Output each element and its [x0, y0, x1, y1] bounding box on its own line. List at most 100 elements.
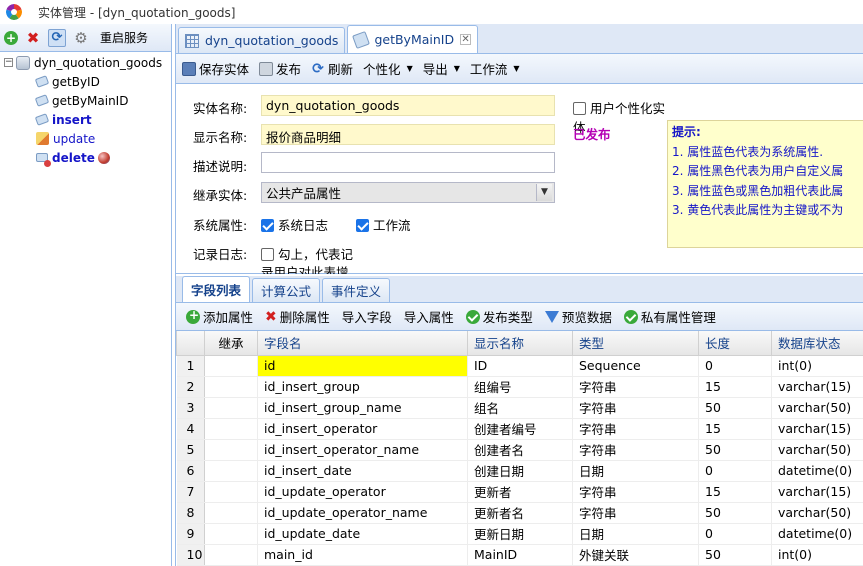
table-row[interactable]: 4 id_insert_operator 创建者编号 字符串 15 varchar(15)	[176, 418, 863, 440]
cell-field-name[interactable]: id_insert_operator_name	[257, 439, 468, 461]
tree-item-insert[interactable]: insert	[0, 110, 171, 129]
table-row[interactable]: 1 id ID Sequence 0 int(0)	[176, 355, 863, 377]
close-icon[interactable]: ✕	[460, 34, 472, 45]
cell-display-name[interactable]: 创建日期	[467, 460, 573, 482]
table-row[interactable]: 7 id_update_operator 更新者 字符串 15 varchar(15)	[176, 481, 863, 503]
description-field[interactable]	[261, 152, 555, 173]
cell-db-status[interactable]: int(0)	[771, 544, 863, 566]
cell-type[interactable]: Sequence	[572, 355, 699, 377]
add-attribute-button[interactable]: 添加属性	[186, 307, 253, 326]
cell-db-status[interactable]: varchar(50)	[771, 502, 863, 524]
refresh-icon[interactable]: ⟳	[48, 28, 66, 47]
cell-inherit[interactable]	[204, 502, 258, 524]
cell-inherit[interactable]	[204, 544, 258, 566]
cell-length[interactable]: 15	[698, 418, 772, 440]
table-row[interactable]: 6 id_insert_date 创建日期 日期 0 datetime(0)	[176, 460, 863, 482]
cell-display-name[interactable]: 更新日期	[467, 523, 573, 545]
cell-db-status[interactable]: varchar(15)	[771, 376, 863, 398]
checkbox-checked-icon[interactable]	[261, 219, 274, 232]
cell-display-name[interactable]: MainID	[467, 544, 573, 566]
cell-field-name[interactable]: id	[257, 355, 468, 377]
cell-length[interactable]: 15	[698, 481, 772, 503]
refresh-button[interactable]: ⟳ 刷新	[311, 59, 353, 78]
save-entity-button[interactable]: 保存实体	[182, 59, 249, 78]
tab-field-list[interactable]: 字段列表	[182, 276, 251, 302]
tree-item-getbymainid[interactable]: getByMainID	[0, 91, 171, 110]
cell-inherit[interactable]	[204, 523, 258, 545]
cell-type[interactable]: 字符串	[572, 418, 699, 440]
inherit-entity-select[interactable]: 公共产品属性 ▼	[261, 182, 555, 203]
cell-inherit[interactable]	[204, 460, 258, 482]
cell-db-status[interactable]: varchar(15)	[771, 481, 863, 503]
tab-formula[interactable]: 计算公式	[252, 278, 321, 302]
checkbox-icon[interactable]	[573, 102, 586, 115]
cell-field-name[interactable]: id_insert_group	[257, 376, 468, 398]
delete-attribute-button[interactable]: ✖ 删除属性	[265, 307, 330, 326]
entity-name-field[interactable]: dyn_quotation_goods	[261, 95, 555, 116]
table-row[interactable]: 9 id_update_date 更新日期 日期 0 datetime(0)	[176, 523, 863, 545]
cell-type[interactable]: 字符串	[572, 376, 699, 398]
cell-display-name[interactable]: 创建者编号	[467, 418, 573, 440]
column-header-field-name[interactable]: 字段名	[257, 331, 468, 356]
import-field-button[interactable]: 导入字段	[342, 307, 392, 326]
cell-db-status[interactable]: int(0)	[771, 355, 863, 377]
cell-type[interactable]: 外键关联	[572, 544, 699, 566]
display-name-field[interactable]: 报价商品明细	[261, 124, 555, 145]
cell-display-name[interactable]: ID	[467, 355, 573, 377]
cell-type[interactable]: 日期	[572, 460, 699, 482]
table-row[interactable]: 2 id_insert_group 组编号 字符串 15 varchar(15)	[176, 376, 863, 398]
checkbox-icon[interactable]	[261, 248, 274, 261]
private-attribute-button[interactable]: 私有属性管理	[623, 307, 716, 326]
collapse-icon[interactable]: −	[4, 58, 13, 67]
cell-field-name[interactable]: id_insert_operator	[257, 418, 468, 440]
preview-data-button[interactable]: 预览数据	[544, 307, 612, 326]
personalize-menu[interactable]: 个性化 ▼	[363, 59, 413, 78]
user-personal-checkbox[interactable]: 用户个性化实	[573, 98, 665, 117]
cell-inherit[interactable]	[204, 439, 258, 461]
cell-length[interactable]: 50	[698, 397, 772, 419]
cell-inherit[interactable]	[204, 418, 258, 440]
system-log-checkbox[interactable]: 系统日志	[261, 215, 328, 234]
add-icon[interactable]: +	[4, 30, 18, 45]
table-row[interactable]: 3 id_insert_group_name 组名 字符串 50 varchar(50)	[176, 397, 863, 419]
tree-item-delete[interactable]: delete	[0, 148, 171, 167]
cell-field-name[interactable]: id_insert_date	[257, 460, 468, 482]
column-header-display-name[interactable]: 显示名称	[467, 331, 573, 356]
tree-item-getbyid[interactable]: getByID	[0, 72, 171, 91]
column-header-db-status[interactable]: 数据库状态	[771, 331, 863, 356]
cell-display-name[interactable]: 组名	[467, 397, 573, 419]
table-row[interactable]: 5 id_insert_operator_name 创建者名 字符串 50 varchar…	[176, 439, 863, 461]
publish-button[interactable]: 发布	[259, 59, 301, 78]
cell-display-name[interactable]: 更新者名	[467, 502, 573, 524]
cell-db-status[interactable]: varchar(15)	[771, 418, 863, 440]
cell-type[interactable]: 日期	[572, 523, 699, 545]
cell-db-status[interactable]: varchar(50)	[771, 439, 863, 461]
import-attribute-button[interactable]: 导入属性	[404, 307, 454, 326]
column-header-type[interactable]: 类型	[572, 331, 699, 356]
cell-field-name[interactable]: id_update_operator	[257, 481, 468, 503]
tab-dyn-quotation-goods[interactable]: dyn_quotation_goods	[178, 27, 346, 53]
cell-field-name[interactable]: id_update_date	[257, 523, 468, 545]
export-menu[interactable]: 导出 ▼	[423, 59, 460, 78]
chevron-down-icon[interactable]: ▼	[536, 184, 552, 201]
cell-db-status[interactable]: varchar(50)	[771, 397, 863, 419]
cell-inherit[interactable]	[204, 397, 258, 419]
cell-type[interactable]: 字符串	[572, 502, 699, 524]
tab-getbymainid[interactable]: getByMainID ✕	[347, 25, 479, 53]
cell-type[interactable]: 字符串	[572, 481, 699, 503]
column-header-inherit[interactable]: 继承	[204, 331, 258, 356]
tree-item-update[interactable]: update	[0, 129, 171, 148]
restart-service-button[interactable]: 重启服务	[100, 29, 148, 46]
table-row[interactable]: 8 id_update_operator_name 更新者名 字符串 50 varchar…	[176, 502, 863, 524]
tab-event-definition[interactable]: 事件定义	[322, 278, 391, 302]
tree-root-node[interactable]: − dyn_quotation_goods	[0, 53, 171, 72]
gear-icon[interactable]: ⚙	[72, 29, 90, 47]
workflow-checkbox[interactable]: 工作流	[356, 215, 411, 234]
cell-type[interactable]: 字符串	[572, 397, 699, 419]
cell-length[interactable]: 50	[698, 544, 772, 566]
cell-field-name[interactable]: id_insert_group_name	[257, 397, 468, 419]
cell-type[interactable]: 字符串	[572, 439, 699, 461]
column-header-length[interactable]: 长度	[698, 331, 772, 356]
cell-db-status[interactable]: datetime(0)	[771, 523, 863, 545]
workflow-menu[interactable]: 工作流 ▼	[470, 59, 520, 78]
